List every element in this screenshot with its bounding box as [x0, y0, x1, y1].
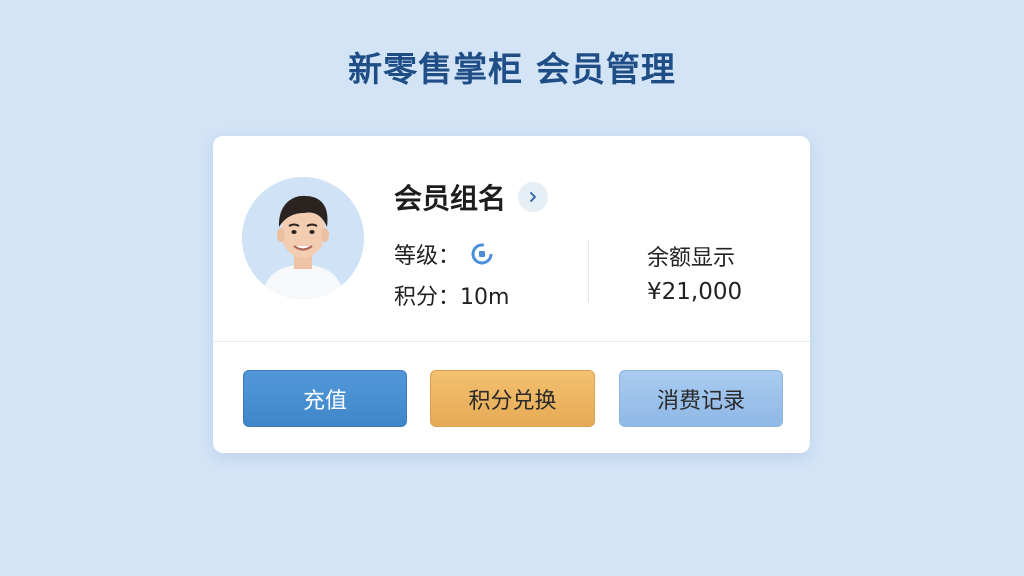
points-text: 积分：10m — [394, 285, 510, 310]
redeem-points-button[interactable]: 积分兑换 — [430, 370, 595, 427]
stats-divider — [588, 240, 589, 302]
member-name: 会员组名 — [394, 182, 507, 215]
avatar-photo-icon — [242, 177, 364, 299]
level-badge-icon — [468, 240, 496, 268]
level-row: 等级： — [394, 238, 496, 270]
points-row: 积分：10m — [394, 279, 509, 311]
chevron-right-icon — [530, 192, 537, 202]
member-card: 会员组名 等级： 积分：10m 余额显示 ¥21,000 充值 积分兑换 消费记… — [213, 136, 810, 453]
avatar — [242, 177, 364, 299]
purchase-history-button[interactable]: 消费记录 — [619, 370, 783, 427]
member-name-row: 会员组名 — [394, 177, 549, 217]
card-divider — [213, 341, 810, 342]
level-label: 等级： — [394, 244, 461, 269]
balance-value: ¥21,000 — [647, 279, 743, 305]
page-title: 新零售掌柜 会员管理 — [348, 50, 676, 90]
member-detail-button[interactable] — [518, 182, 549, 212]
balance-label: 余额显示 — [647, 246, 736, 271]
recharge-button[interactable]: 充值 — [243, 370, 407, 427]
